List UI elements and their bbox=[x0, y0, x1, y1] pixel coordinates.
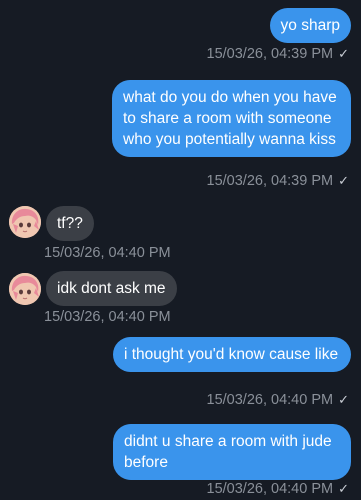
message-bubble-outgoing[interactable]: didnt u share a room with jude before bbox=[113, 424, 351, 480]
message-timestamp: 15/03/26, 04:40 PM ✓ bbox=[206, 481, 349, 497]
message-timestamp: 15/03/26, 04:40 PM ✓ bbox=[206, 392, 349, 408]
message-bubble-incoming[interactable]: idk dont ask me bbox=[46, 271, 177, 306]
message-text: tf?? bbox=[57, 215, 83, 232]
contact-avatar[interactable] bbox=[9, 206, 41, 238]
message-text: i thought you'd know cause like bbox=[124, 346, 339, 363]
message-bubble-outgoing[interactable]: yo sharp bbox=[269, 8, 351, 43]
checkmark-icon: ✓ bbox=[338, 46, 349, 61]
message-text: idk dont ask me bbox=[57, 280, 166, 297]
checkmark-icon: ✓ bbox=[338, 392, 349, 407]
message-text: yo sharp bbox=[280, 17, 340, 34]
message-text: didnt u share a room with jude before bbox=[124, 433, 332, 471]
checkmark-icon: ✓ bbox=[338, 481, 349, 496]
avatar-image bbox=[9, 273, 41, 305]
message-bubble-outgoing[interactable]: i thought you'd know cause like bbox=[113, 337, 351, 372]
contact-avatar[interactable] bbox=[9, 273, 41, 305]
message-bubble-outgoing[interactable]: what do you do when you have to share a … bbox=[112, 80, 351, 157]
message-bubble-incoming[interactable]: tf?? bbox=[46, 206, 94, 241]
message-text: what do you do when you have to share a … bbox=[123, 89, 337, 148]
message-timestamp: 15/03/26, 04:40 PM bbox=[44, 309, 171, 325]
chat-thread: yo sharp 15/03/26, 04:39 PM ✓ what do you… bbox=[0, 0, 361, 500]
avatar-image bbox=[9, 206, 41, 238]
message-timestamp: 15/03/26, 04:39 PM ✓ bbox=[206, 173, 349, 189]
message-timestamp: 15/03/26, 04:40 PM bbox=[44, 245, 171, 261]
checkmark-icon: ✓ bbox=[338, 173, 349, 188]
message-timestamp: 15/03/26, 04:39 PM ✓ bbox=[206, 46, 349, 62]
